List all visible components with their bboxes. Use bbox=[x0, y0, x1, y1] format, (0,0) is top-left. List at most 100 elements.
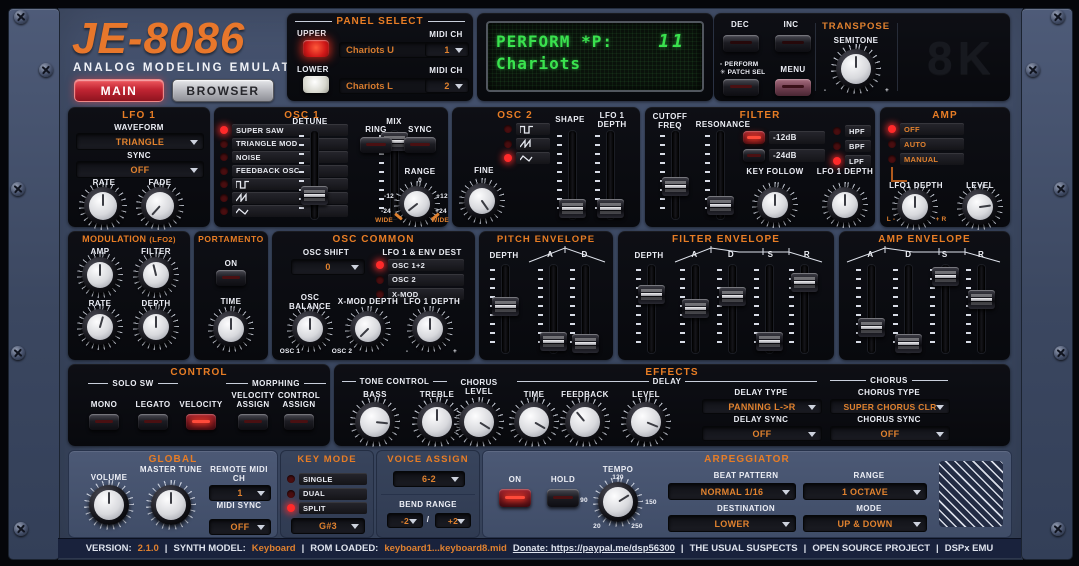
key-mode-split[interactable]: SPLIT bbox=[287, 502, 367, 514]
slider-handle[interactable] bbox=[791, 273, 818, 292]
delay-time-knob[interactable] bbox=[514, 402, 554, 442]
osc1-option-triangle[interactable] bbox=[220, 205, 348, 217]
slider-handle[interactable] bbox=[932, 267, 959, 286]
amp-env-attack-slider[interactable] bbox=[855, 265, 885, 353]
filter-env-attack-slider[interactable] bbox=[679, 265, 709, 353]
lfo1-waveform-select[interactable]: TRIANGLE bbox=[76, 133, 204, 150]
osc2-option-saw[interactable] bbox=[504, 138, 550, 150]
lfo1-fade-knob[interactable] bbox=[141, 187, 179, 225]
osc1-option-square[interactable] bbox=[220, 178, 348, 190]
slope-12db-button[interactable] bbox=[743, 131, 765, 144]
ring-button[interactable] bbox=[360, 137, 392, 153]
feedback-knob[interactable] bbox=[565, 402, 605, 442]
slider-handle[interactable] bbox=[662, 177, 689, 196]
dest-option-osc2[interactable]: OSC 2 bbox=[376, 274, 464, 286]
chorus-type-select[interactable]: SUPER CHORUS CLR bbox=[830, 399, 950, 414]
osc2-shape-slider[interactable] bbox=[556, 131, 586, 219]
amp-level-knob[interactable] bbox=[962, 189, 998, 225]
osc-shift-select[interactable]: 0 bbox=[291, 259, 365, 275]
tempo-knob[interactable] bbox=[598, 482, 638, 522]
slider-handle[interactable] bbox=[559, 199, 586, 218]
filter-env-sustain-slider[interactable] bbox=[753, 265, 783, 353]
bend-down-select[interactable]: -2 bbox=[387, 513, 423, 528]
pitch-decay-slider[interactable] bbox=[569, 265, 599, 353]
upper-midi-ch-select[interactable]: 1 bbox=[425, 42, 469, 57]
arp-range-select[interactable]: 1 OCTAVE bbox=[803, 483, 927, 500]
inc-button[interactable] bbox=[775, 35, 811, 52]
osc1-sync-button[interactable] bbox=[404, 137, 436, 153]
filter-env-decay-slider[interactable] bbox=[716, 265, 746, 353]
pitch-depth-slider[interactable] bbox=[489, 265, 519, 353]
master-tune-knob[interactable] bbox=[151, 485, 191, 525]
destination-select[interactable]: LOWER bbox=[668, 515, 796, 532]
midi-sync-select[interactable]: OFF bbox=[209, 519, 271, 535]
key-mode-dual[interactable]: DUAL bbox=[287, 488, 367, 500]
slider-handle[interactable] bbox=[301, 186, 328, 205]
slider-handle[interactable] bbox=[638, 285, 665, 304]
remote-midi-ch-select[interactable]: 1 bbox=[209, 485, 271, 501]
osc2-option-square[interactable] bbox=[504, 123, 550, 135]
lfo1-sync-select[interactable]: OFF bbox=[76, 161, 204, 178]
upper-select-button[interactable] bbox=[303, 40, 329, 57]
osc2-option-triangle[interactable] bbox=[504, 152, 550, 164]
arp-mode-select[interactable]: UP & DOWN bbox=[803, 515, 927, 532]
bend-up-select[interactable]: +2 bbox=[435, 513, 471, 528]
key-mode-single[interactable]: SINGLE bbox=[287, 473, 367, 485]
lower-select-button[interactable] bbox=[303, 76, 329, 93]
key-follow-knob[interactable] bbox=[757, 187, 793, 223]
mod-amp-knob[interactable] bbox=[82, 257, 118, 293]
xmod-depth-knob[interactable] bbox=[350, 311, 386, 347]
filter-lfo1-depth-knob[interactable] bbox=[827, 187, 863, 223]
osc1-option-feedback-osc[interactable]: FEEDBACK OSC bbox=[220, 165, 348, 177]
delay-type-select[interactable]: PANNING L->R bbox=[702, 399, 822, 414]
slider-handle[interactable] bbox=[572, 334, 599, 353]
semitone-knob[interactable] bbox=[836, 49, 876, 89]
amp-mode-auto[interactable]: AUTO bbox=[888, 138, 964, 150]
mod-filter-knob[interactable] bbox=[138, 257, 174, 293]
common-lfo1-depth-knob[interactable] bbox=[412, 311, 448, 347]
mod-rate-knob[interactable] bbox=[82, 309, 118, 345]
filter-type-hpf[interactable]: HPF bbox=[833, 125, 871, 137]
filter-env-depth-slider[interactable] bbox=[635, 265, 665, 353]
mono-button[interactable] bbox=[89, 414, 119, 430]
slider-handle[interactable] bbox=[597, 199, 624, 218]
control-assign-button[interactable] bbox=[284, 414, 314, 430]
bass-knob[interactable] bbox=[355, 402, 395, 442]
portamento-time-knob[interactable] bbox=[213, 311, 249, 347]
osc1-option-noise[interactable]: NOISE bbox=[220, 151, 348, 163]
resonance-slider[interactable] bbox=[704, 131, 734, 219]
beat-pattern-select[interactable]: NORMAL 1/16 bbox=[668, 483, 796, 500]
dec-button[interactable] bbox=[723, 35, 759, 52]
delay-level-knob[interactable] bbox=[626, 402, 666, 442]
portamento-on-button[interactable] bbox=[216, 270, 246, 286]
slider-handle[interactable] bbox=[492, 297, 519, 316]
amp-lfo1-depth-knob[interactable] bbox=[897, 189, 933, 225]
slider-handle[interactable] bbox=[895, 334, 922, 353]
volume-knob[interactable] bbox=[89, 485, 129, 525]
chorus-sync-select[interactable]: OFF bbox=[830, 426, 950, 441]
voice-assign-select[interactable]: 6-2 bbox=[393, 471, 465, 487]
lfo1-rate-knob[interactable] bbox=[84, 187, 122, 225]
main-tab-button[interactable]: MAIN bbox=[74, 79, 164, 102]
amp-mode-manual[interactable]: MANUAL bbox=[888, 153, 964, 165]
slider-handle[interactable] bbox=[968, 290, 995, 309]
menu-button[interactable] bbox=[775, 79, 811, 96]
filter-type-lpf[interactable]: LPF bbox=[833, 155, 871, 167]
slider-handle[interactable] bbox=[682, 299, 709, 318]
slider-handle[interactable] bbox=[719, 287, 746, 306]
osc-balance-knob[interactable] bbox=[292, 311, 328, 347]
chorus-level-knob[interactable] bbox=[459, 402, 499, 442]
amp-mode-off[interactable]: OFF bbox=[888, 123, 964, 135]
slider-handle[interactable] bbox=[858, 318, 885, 337]
osc2-fine-knob[interactable] bbox=[464, 183, 500, 219]
legato-button[interactable] bbox=[138, 414, 168, 430]
pitch-attack-slider[interactable] bbox=[537, 265, 567, 353]
donate-link[interactable]: Donate: https://paypal.me/dsp56300 bbox=[513, 543, 675, 554]
split-point-select[interactable]: G#3 bbox=[291, 518, 365, 534]
slider-handle[interactable] bbox=[707, 196, 734, 215]
velocity-assign-button[interactable] bbox=[238, 414, 268, 430]
dest-option-osc12[interactable]: OSC 1+2 bbox=[376, 259, 464, 271]
osc2-lfo1-depth-slider[interactable] bbox=[594, 131, 624, 219]
treble-knob[interactable] bbox=[417, 402, 457, 442]
slope-24db-button[interactable] bbox=[743, 149, 765, 162]
